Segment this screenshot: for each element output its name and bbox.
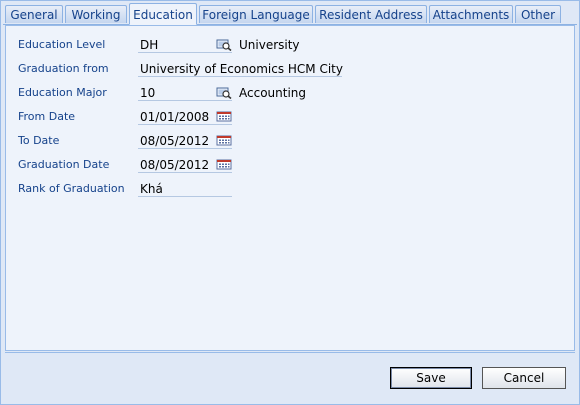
rank-of-graduation-row: Rank of Graduation Khá	[6, 180, 566, 198]
dialog-window: General Working Education Foreign Langua…	[0, 0, 580, 405]
tab-resident-address[interactable]: Resident Address	[315, 5, 427, 23]
dialog-footer: Save Cancel	[5, 352, 575, 399]
education-level-label: Education Level	[18, 38, 106, 51]
education-level-row: Education Level DH University	[6, 36, 566, 54]
tab-working[interactable]: Working	[65, 5, 127, 23]
education-panel: Education Level DH University Graduation…	[5, 25, 575, 351]
tab-foreign-language[interactable]: Foreign Language	[199, 5, 313, 23]
from-date-label: From Date	[18, 110, 76, 123]
graduation-date-row: Graduation Date 08/05/2012	[6, 156, 566, 174]
lookup-icon[interactable]	[216, 86, 232, 100]
calendar-icon[interactable]	[216, 134, 232, 147]
education-major-row: Education Major 10 Accounting	[6, 84, 566, 102]
tab-general[interactable]: General	[5, 5, 63, 23]
rank-of-graduation-field[interactable]: Khá	[138, 181, 232, 197]
tab-other[interactable]: Other	[515, 5, 561, 23]
graduation-from-field[interactable]: University of Economics HCM City	[138, 61, 343, 77]
graduation-from-label: Graduation from	[18, 62, 109, 75]
from-date-row: From Date 01/01/2008	[6, 108, 566, 126]
save-button[interactable]: Save	[390, 367, 472, 389]
graduation-from-row: Graduation from University of Economics …	[6, 60, 566, 78]
tab-education[interactable]: Education	[129, 3, 197, 25]
education-major-description: Accounting	[239, 86, 307, 100]
education-level-description: University	[239, 38, 300, 52]
calendar-icon[interactable]	[216, 158, 232, 171]
graduation-date-label: Graduation Date	[18, 158, 110, 171]
cancel-button[interactable]: Cancel	[482, 367, 566, 389]
calendar-icon[interactable]	[216, 110, 232, 123]
rank-of-graduation-label: Rank of Graduation	[18, 182, 125, 195]
lookup-icon[interactable]	[216, 38, 232, 52]
tab-strip: General Working Education Foreign Langua…	[3, 3, 577, 25]
education-major-label: Education Major	[18, 86, 107, 99]
to-date-label: To Date	[18, 134, 60, 147]
to-date-row: To Date 08/05/2012	[6, 132, 566, 150]
tab-attachments[interactable]: Attachments	[429, 5, 513, 23]
